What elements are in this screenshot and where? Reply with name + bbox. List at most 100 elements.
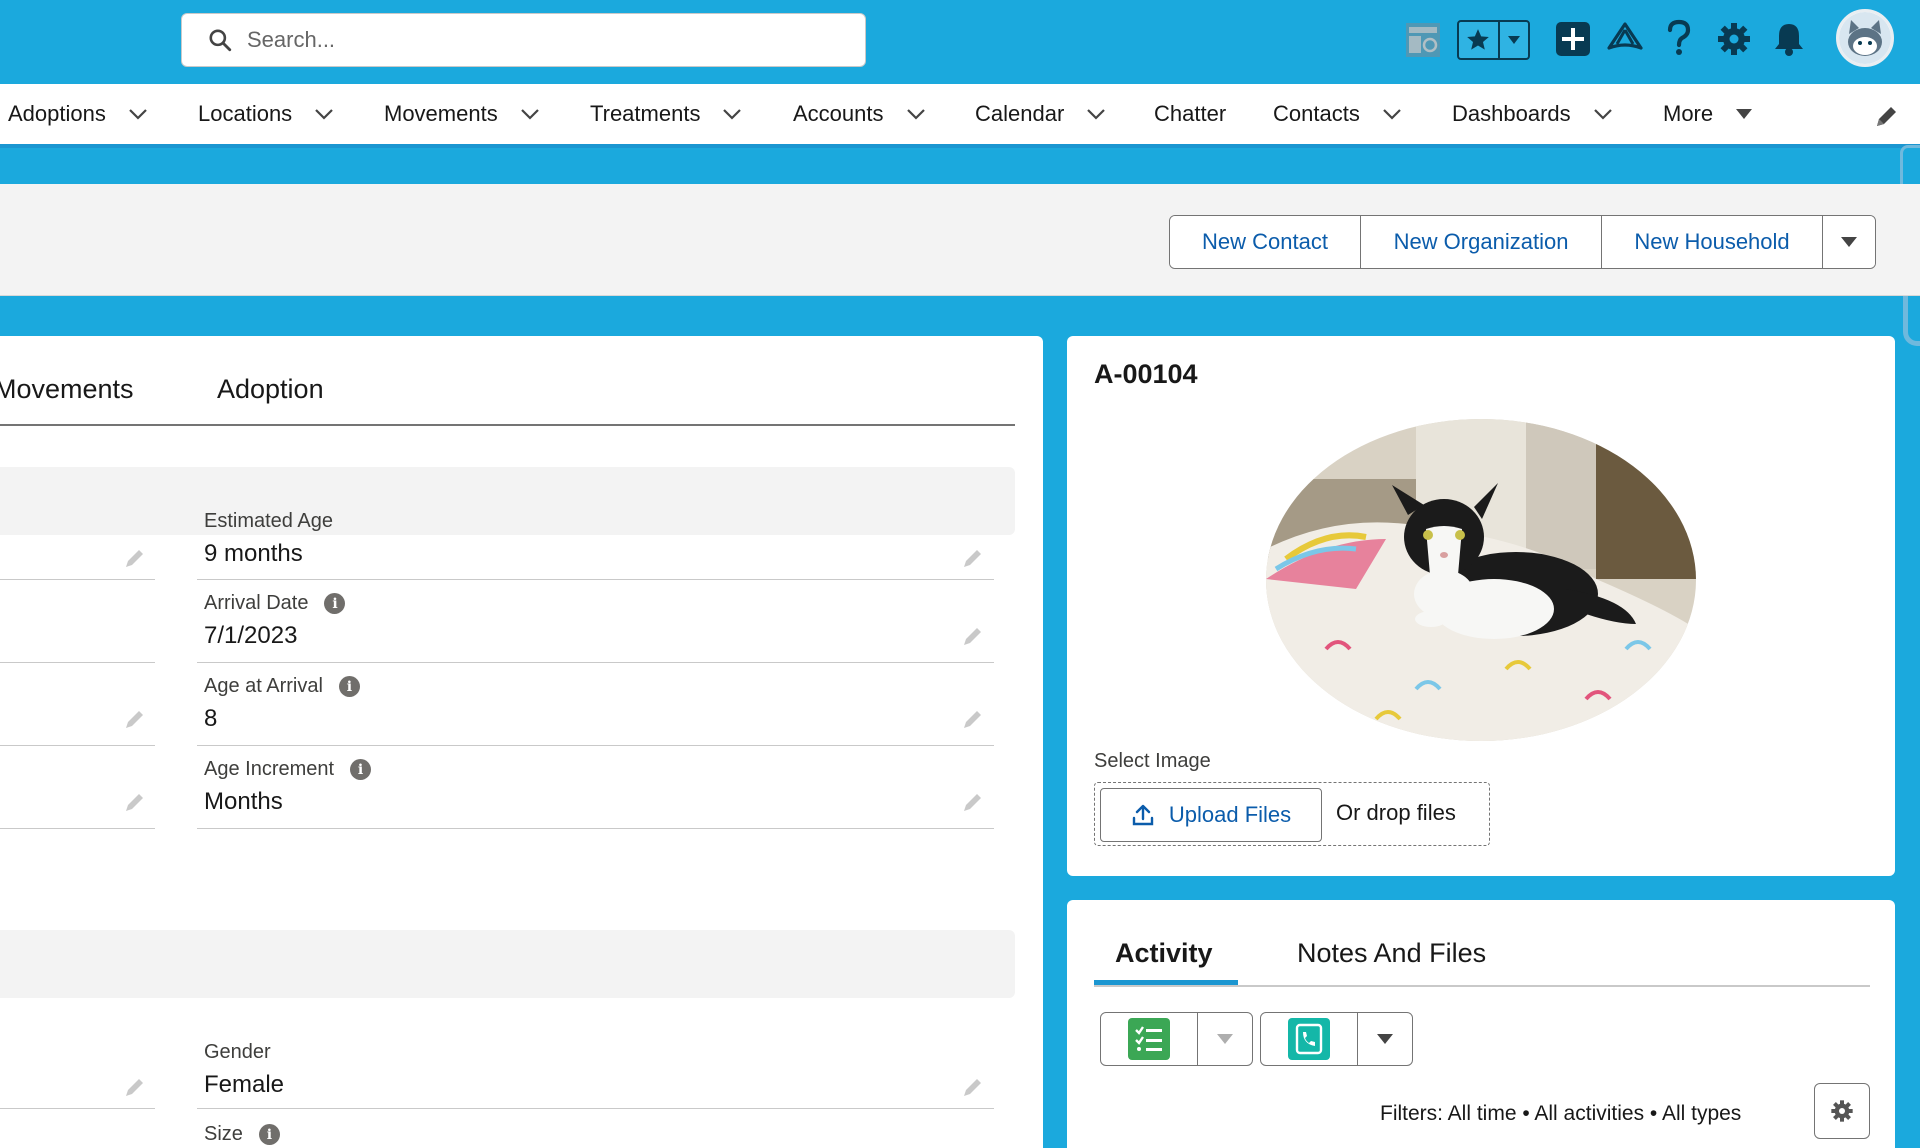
nav-item-accounts[interactable]: Accounts xyxy=(793,84,926,144)
activity-filters-summary[interactable]: Filters: All time • All activities • All… xyxy=(1380,1102,1741,1126)
global-header xyxy=(0,0,1920,84)
nav-item-label: Locations xyxy=(198,101,293,126)
field-value: 9 months xyxy=(204,540,303,567)
info-icon[interactable]: i xyxy=(324,593,346,614)
info-icon[interactable]: i xyxy=(350,759,372,780)
nav-item-locations[interactable]: Locations xyxy=(198,84,334,144)
nav-item-label: More xyxy=(1663,101,1714,126)
notifications-button[interactable] xyxy=(1772,21,1806,57)
chevron-down-icon[interactable] xyxy=(1086,108,1106,120)
user-avatar[interactable] xyxy=(1836,9,1894,67)
field-label: Age Increment i xyxy=(204,758,372,781)
star-icon xyxy=(1467,29,1490,50)
new-task-button-group xyxy=(1100,1012,1253,1066)
chevron-down-icon[interactable] xyxy=(520,108,540,120)
guidance-center-icon[interactable] xyxy=(1405,22,1441,58)
log-call-button[interactable] xyxy=(1261,1013,1358,1065)
tab-adoption[interactable]: Adoption xyxy=(217,374,324,405)
pencil-icon xyxy=(1877,107,1896,126)
pencil-icon[interactable] xyxy=(961,1075,985,1104)
section-header[interactable] xyxy=(0,930,1015,998)
help-button[interactable] xyxy=(1665,19,1693,57)
global-search-box[interactable] xyxy=(181,13,866,67)
pencil-icon[interactable] xyxy=(123,546,147,575)
pencil-icon[interactable] xyxy=(961,790,985,819)
upload-files-button[interactable]: Upload Files xyxy=(1100,788,1322,842)
nav-item-more[interactable]: More xyxy=(1663,84,1753,144)
nav-item-label: Adoptions xyxy=(8,101,106,126)
new-household-button[interactable]: New Household xyxy=(1602,216,1823,268)
field-age-at-arrival: Age at Arrival i 8 xyxy=(197,663,994,746)
new-task-button[interactable] xyxy=(1101,1013,1198,1065)
search-input[interactable] xyxy=(247,27,807,53)
activity-settings-button[interactable] xyxy=(1814,1083,1870,1139)
trailhead-button[interactable] xyxy=(1607,22,1643,54)
drop-files-label: Or drop files xyxy=(1336,800,1456,825)
new-organization-button[interactable]: New Organization xyxy=(1361,216,1602,268)
more-actions-button[interactable] xyxy=(1823,216,1875,268)
tab-movements[interactable]: Movements xyxy=(0,374,134,405)
setup-button[interactable] xyxy=(1716,21,1752,57)
pencil-icon[interactable] xyxy=(961,546,985,575)
select-image-label: Select Image xyxy=(1094,750,1211,772)
favorites-dropdown-button[interactable] xyxy=(1500,22,1528,58)
nav-item-contacts[interactable]: Contacts xyxy=(1273,84,1402,144)
nav-item-label: Accounts xyxy=(793,101,884,126)
record-highlights-panel: New Contact New Organization New Househo… xyxy=(0,184,1920,296)
chevron-down-icon[interactable] xyxy=(1593,108,1613,120)
active-tab-indicator xyxy=(1094,980,1238,985)
file-dropzone[interactable]: Upload Files Or drop files xyxy=(1094,782,1490,846)
upload-icon xyxy=(1132,804,1154,826)
tab-activity[interactable]: Activity xyxy=(1115,938,1213,969)
nav-item-label: Movements xyxy=(384,101,498,126)
gear-icon xyxy=(1831,1100,1853,1122)
field-value: Months xyxy=(204,788,283,815)
tab-notes-and-files[interactable]: Notes And Files xyxy=(1297,938,1486,969)
field-estimated-age: Estimated Age 9 months xyxy=(197,510,994,580)
animal-photo xyxy=(1266,419,1696,741)
field-row xyxy=(0,663,155,746)
trailhead-icon xyxy=(1607,22,1643,50)
nav-item-calendar[interactable]: Calendar xyxy=(975,84,1106,144)
nav-item-label: Contacts xyxy=(1273,101,1360,126)
global-create-button[interactable] xyxy=(1555,21,1591,57)
nav-item-label: Treatments xyxy=(590,101,701,126)
nav-item-label: Chatter xyxy=(1154,101,1227,126)
favorites-star-button[interactable] xyxy=(1459,22,1500,58)
log-call-button-group xyxy=(1260,1012,1413,1066)
record-image-card: A-00104 Select Image Upload Files Or dro… xyxy=(1067,336,1895,876)
nav-item-movements[interactable]: Movements xyxy=(384,84,540,144)
field-label: Size i xyxy=(204,1123,280,1146)
chevron-down-icon[interactable] xyxy=(314,108,334,120)
record-detail-card: Movements Adoption Estimated Age 9 month… xyxy=(0,336,1043,1148)
caret-down-icon xyxy=(1217,1034,1233,1044)
activity-card: Activity Notes And Files Filters: All ti… xyxy=(1067,900,1895,1148)
caret-down-icon xyxy=(1735,108,1753,120)
new-task-dropdown[interactable] xyxy=(1198,1013,1252,1065)
pencil-icon[interactable] xyxy=(961,707,985,736)
log-call-dropdown[interactable] xyxy=(1358,1013,1412,1065)
info-icon[interactable]: i xyxy=(258,1124,280,1145)
chevron-down-icon[interactable] xyxy=(1382,108,1402,120)
task-icon xyxy=(1128,1018,1170,1060)
field-value: Female xyxy=(204,1071,285,1098)
chevron-down-icon[interactable] xyxy=(128,108,148,120)
chevron-down-icon[interactable] xyxy=(906,108,926,120)
pencil-icon[interactable] xyxy=(961,624,985,653)
pencil-icon[interactable] xyxy=(123,790,147,819)
field-label: Estimated Age xyxy=(204,510,333,532)
pencil-icon[interactable] xyxy=(123,707,147,736)
chevron-down-icon[interactable] xyxy=(722,108,742,120)
new-contact-button[interactable]: New Contact xyxy=(1170,216,1361,268)
field-row xyxy=(0,580,155,663)
nav-item-adoptions[interactable]: Adoptions xyxy=(8,84,148,144)
info-icon[interactable]: i xyxy=(338,676,360,697)
bell-icon xyxy=(1775,24,1803,56)
record-tabs: Movements Adoption xyxy=(0,336,1015,426)
edit-nav-items-button[interactable] xyxy=(1873,104,1899,135)
nav-item-chatter[interactable]: Chatter xyxy=(1154,84,1226,144)
pencil-icon[interactable] xyxy=(123,1075,147,1104)
nav-item-dashboards[interactable]: Dashboards xyxy=(1452,84,1613,144)
plus-box-icon xyxy=(1556,22,1590,56)
nav-item-treatments[interactable]: Treatments xyxy=(590,84,742,144)
